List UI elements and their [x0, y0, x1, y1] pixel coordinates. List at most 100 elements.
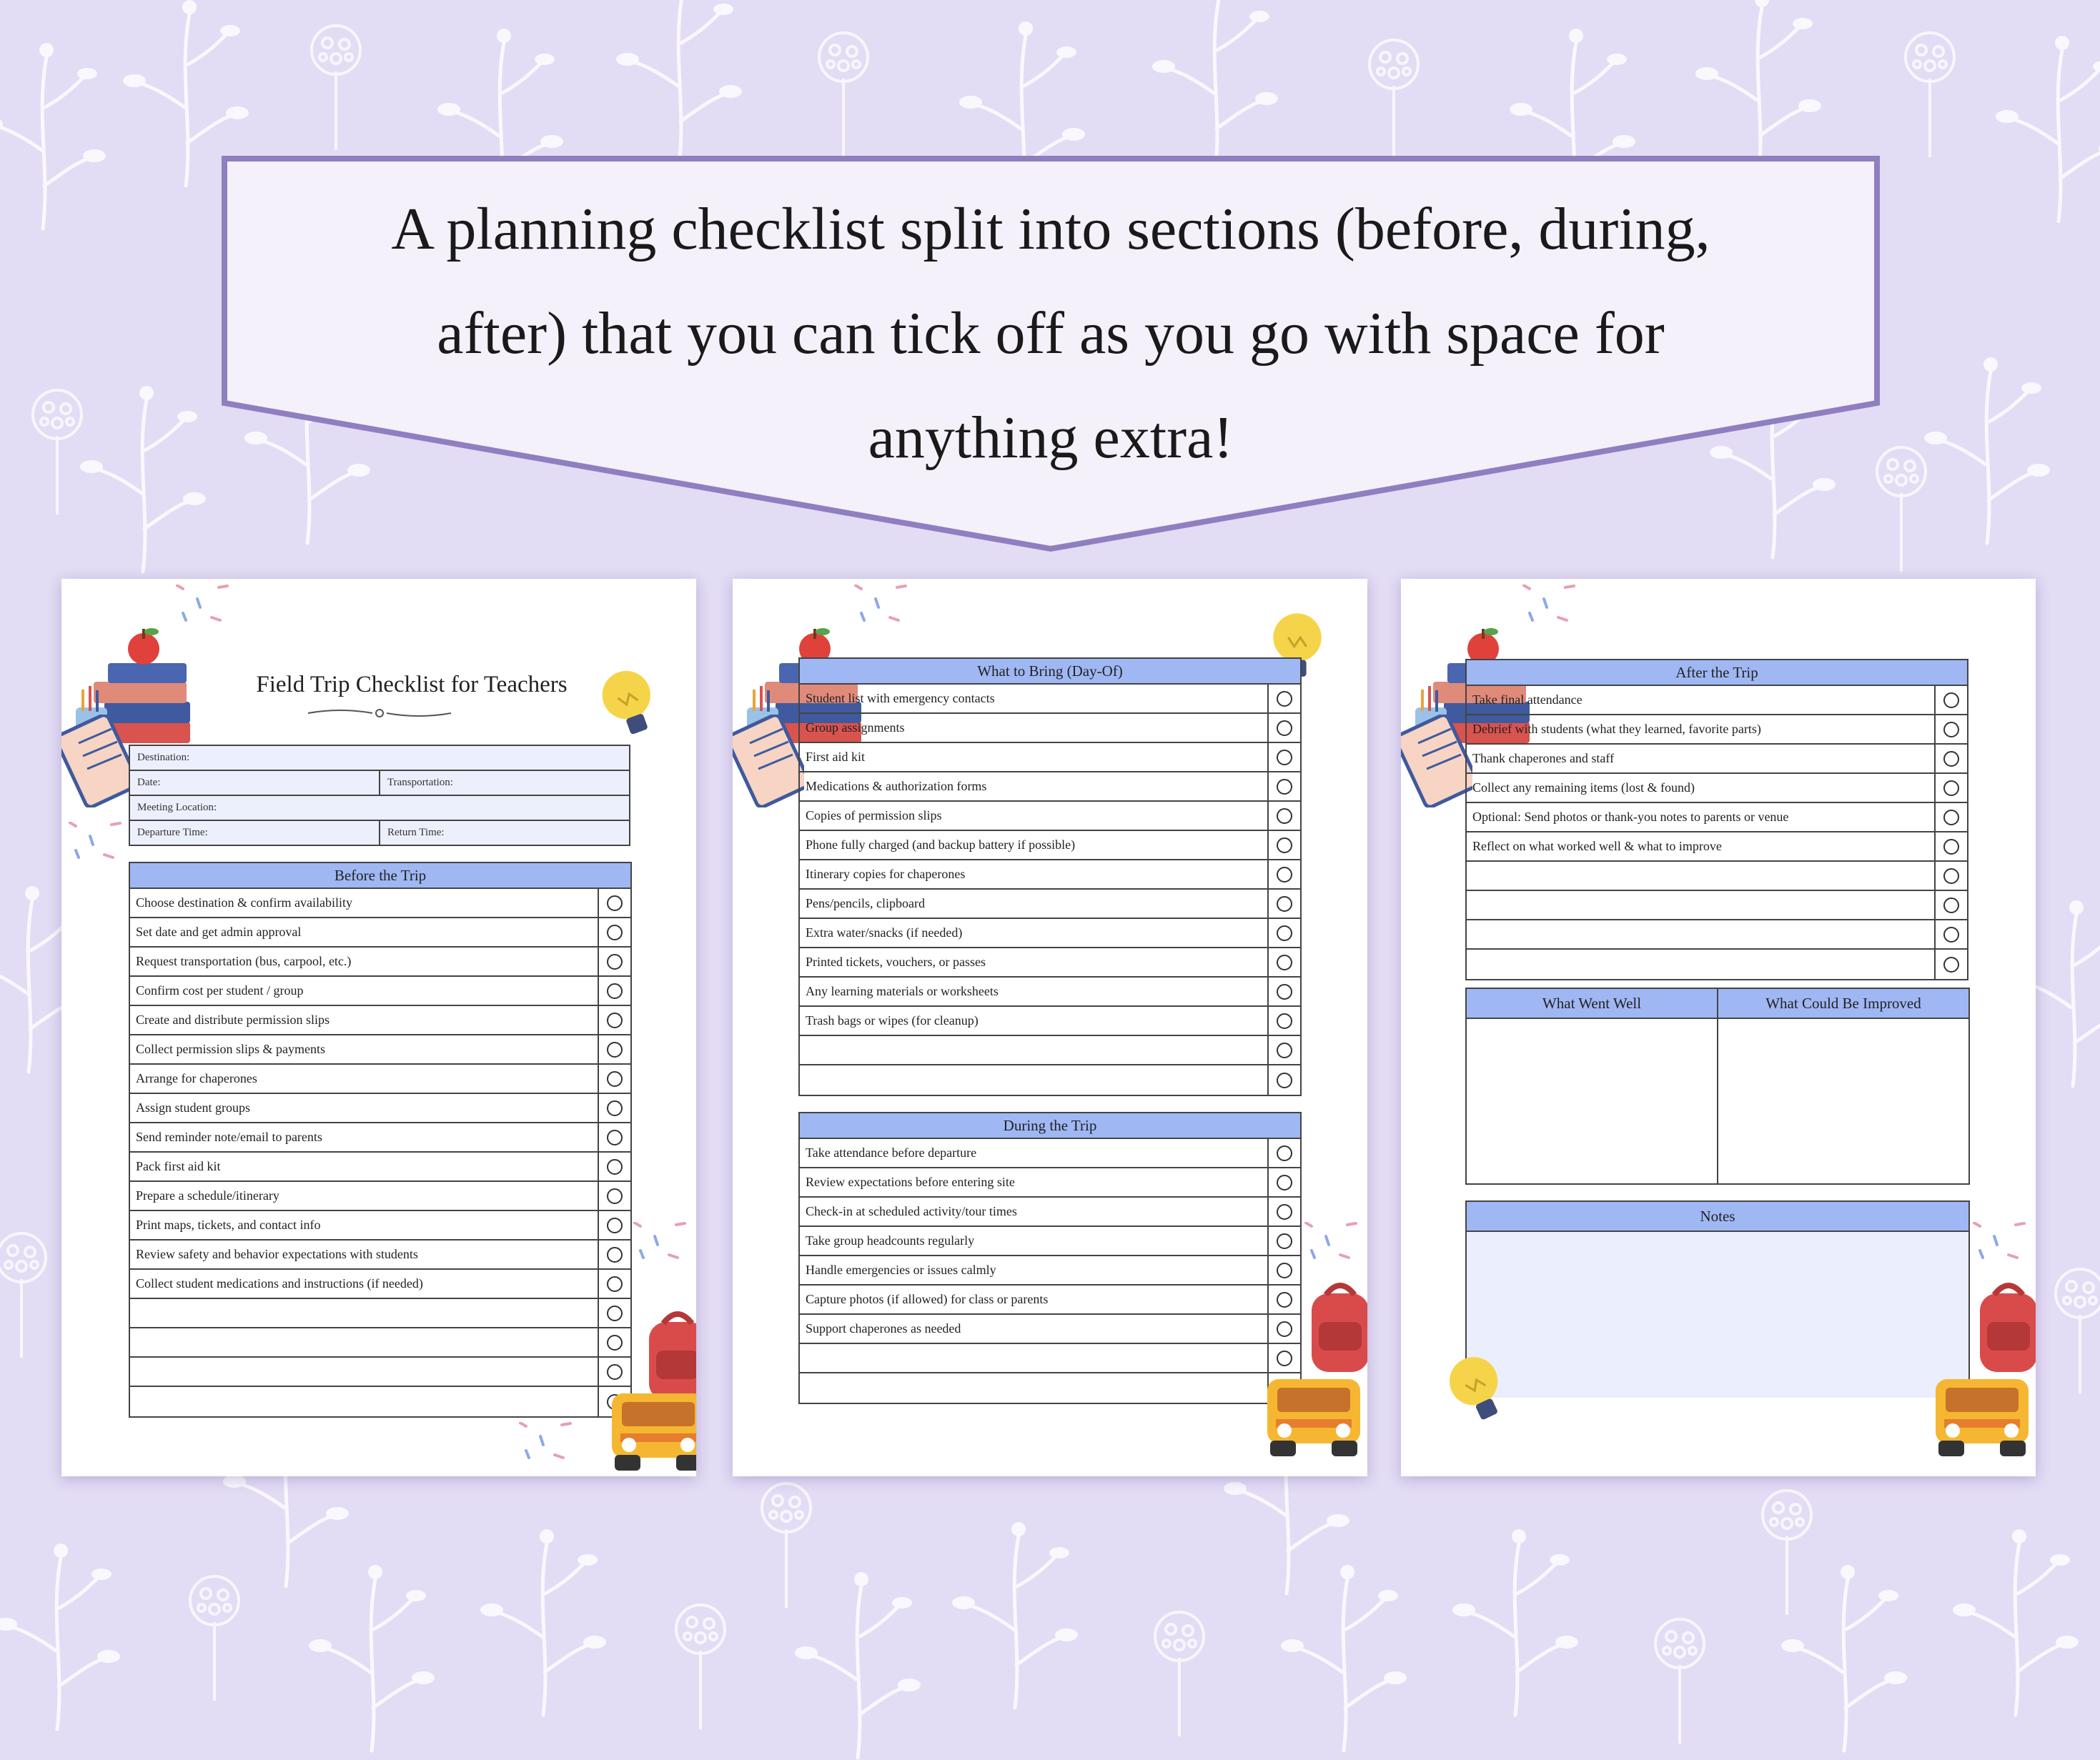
checkbox-cell: [599, 983, 630, 999]
checklist-item-label: Trash bags or wipes (for cleanup): [800, 1007, 1269, 1035]
checkbox-circle[interactable]: [607, 1041, 623, 1058]
checklist-item-label: Choose destination & confirm availabilit…: [130, 889, 599, 917]
checklist-row: Printed tickets, vouchers, or passes: [800, 948, 1300, 978]
checkbox-circle[interactable]: [1277, 749, 1292, 765]
backpack-icon: [1304, 1279, 1367, 1379]
checkbox-circle[interactable]: [607, 953, 623, 970]
checkbox-circle[interactable]: [1277, 1291, 1292, 1308]
checklist-row: [1467, 862, 1967, 891]
checkbox-circle[interactable]: [1943, 721, 1959, 737]
checkbox-circle[interactable]: [607, 1217, 623, 1233]
went-well-area[interactable]: [1467, 1019, 1717, 1183]
checkbox-circle[interactable]: [607, 1129, 623, 1145]
after-trip-checklist: After the Trip Take final attendance Debr…: [1465, 659, 1968, 980]
meeting-location-field[interactable]: Meeting Location:: [129, 795, 630, 821]
checklist-item-label: [130, 1358, 599, 1386]
checklist-item-label: First aid kit: [800, 743, 1269, 771]
checklist-row: Handle emergencies or issues calmly: [800, 1256, 1300, 1286]
checkbox-circle[interactable]: [1277, 1145, 1292, 1161]
checkbox-cell: [1936, 897, 1967, 913]
checkbox-circle[interactable]: [607, 1363, 623, 1380]
checkbox-cell: [599, 1070, 630, 1087]
checkbox-circle[interactable]: [1943, 692, 1959, 708]
checkbox-circle[interactable]: [607, 1334, 623, 1351]
checkbox-circle[interactable]: [1277, 778, 1292, 795]
school-bus-icon: [1267, 1379, 1360, 1456]
checkbox-circle[interactable]: [1943, 750, 1959, 767]
checkbox-circle[interactable]: [1277, 1013, 1292, 1029]
checklist-item-label: Review expectations before entering site: [800, 1168, 1269, 1196]
checkbox-circle[interactable]: [1943, 897, 1959, 913]
checkbox-circle[interactable]: [1277, 925, 1292, 941]
date-field[interactable]: Date:: [129, 770, 380, 796]
checkbox-circle[interactable]: [607, 1276, 623, 1292]
checkbox-cell: [1936, 926, 1967, 943]
checklist-item-label: [1467, 950, 1936, 979]
checkbox-cell: [1269, 895, 1300, 912]
checkbox-circle[interactable]: [607, 1158, 623, 1175]
checkbox-circle[interactable]: [1277, 1042, 1292, 1058]
could-improve-area[interactable]: [1718, 1019, 1968, 1183]
return-time-field[interactable]: Return Time:: [379, 820, 630, 846]
checklist-item-label: Collect student medications and instruct…: [130, 1270, 599, 1298]
checkbox-cell: [1936, 867, 1967, 884]
checkbox-circle[interactable]: [607, 924, 623, 940]
checkbox-circle[interactable]: [1943, 956, 1959, 973]
checkbox-circle[interactable]: [1277, 1233, 1292, 1249]
checkbox-circle[interactable]: [607, 895, 623, 911]
checkbox-circle[interactable]: [1277, 720, 1292, 736]
checklist-item-label: Copies of permission slips: [800, 802, 1269, 830]
checkbox-cell: [1936, 692, 1967, 708]
checkbox-circle[interactable]: [1277, 837, 1292, 853]
checkbox-circle[interactable]: [1943, 809, 1959, 825]
checkbox-cell: [599, 1217, 630, 1233]
went-well-heading: What Went Well: [1467, 989, 1717, 1019]
notes-box: Notes: [1465, 1200, 1970, 1398]
checkbox-circle[interactable]: [1943, 780, 1959, 796]
checkbox-cell: [1269, 807, 1300, 824]
confetti-icon: [176, 585, 229, 622]
checklist-row: [130, 1358, 630, 1387]
checklist-row: [130, 1299, 630, 1328]
checkbox-cell: [1269, 837, 1300, 853]
checkbox-circle[interactable]: [607, 1070, 623, 1087]
checkbox-circle[interactable]: [1277, 983, 1292, 1000]
checklist-item-label: Confirm cost per student / group: [130, 977, 599, 1005]
checklist-row: Thank chaperones and staff: [1467, 745, 1967, 774]
checkbox-circle[interactable]: [1277, 866, 1292, 883]
section-heading: During the Trip: [800, 1113, 1300, 1139]
checkbox-circle[interactable]: [1277, 1262, 1292, 1278]
checkbox-circle[interactable]: [1277, 954, 1292, 970]
checkbox-circle[interactable]: [607, 1012, 623, 1028]
checkbox-circle[interactable]: [1277, 895, 1292, 912]
checkbox-circle[interactable]: [1277, 1072, 1292, 1088]
checklist-item-label: Capture photos (if allowed) for class or…: [800, 1286, 1269, 1313]
confetti-icon: [519, 1422, 572, 1459]
checklist-row: Take group headcounts regularly: [800, 1227, 1300, 1256]
checkbox-cell: [599, 895, 630, 911]
notes-area[interactable]: [1467, 1232, 1968, 1398]
checklist-item-label: Take attendance before departure: [800, 1139, 1269, 1167]
checkbox-circle[interactable]: [607, 1188, 623, 1204]
checklist-row: Medications & authorization forms: [800, 772, 1300, 802]
checkbox-circle[interactable]: [1277, 1174, 1292, 1190]
checkbox-circle[interactable]: [1277, 690, 1292, 707]
checkbox-circle[interactable]: [1277, 1203, 1292, 1220]
checkbox-circle[interactable]: [1277, 1321, 1292, 1337]
checklist-row: Capture photos (if allowed) for class or…: [800, 1286, 1300, 1315]
checklist-row: Itinerary copies for chaperones: [800, 860, 1300, 890]
transportation-field[interactable]: Transportation:: [379, 770, 630, 796]
checklist-item-label: Print maps, tickets, and contact info: [130, 1211, 599, 1239]
checklist-row: [1467, 891, 1967, 920]
checkbox-circle[interactable]: [1943, 867, 1959, 884]
checkbox-circle[interactable]: [607, 983, 623, 999]
checkbox-circle[interactable]: [607, 1100, 623, 1116]
checkbox-circle[interactable]: [1943, 838, 1959, 855]
checkbox-circle[interactable]: [1277, 1350, 1292, 1366]
checkbox-circle[interactable]: [1277, 807, 1292, 824]
departure-time-field[interactable]: Departure Time:: [129, 820, 380, 846]
destination-field[interactable]: Destination:: [129, 745, 630, 771]
checkbox-circle[interactable]: [607, 1246, 623, 1263]
checkbox-circle[interactable]: [1943, 926, 1959, 943]
checkbox-circle[interactable]: [607, 1305, 623, 1321]
